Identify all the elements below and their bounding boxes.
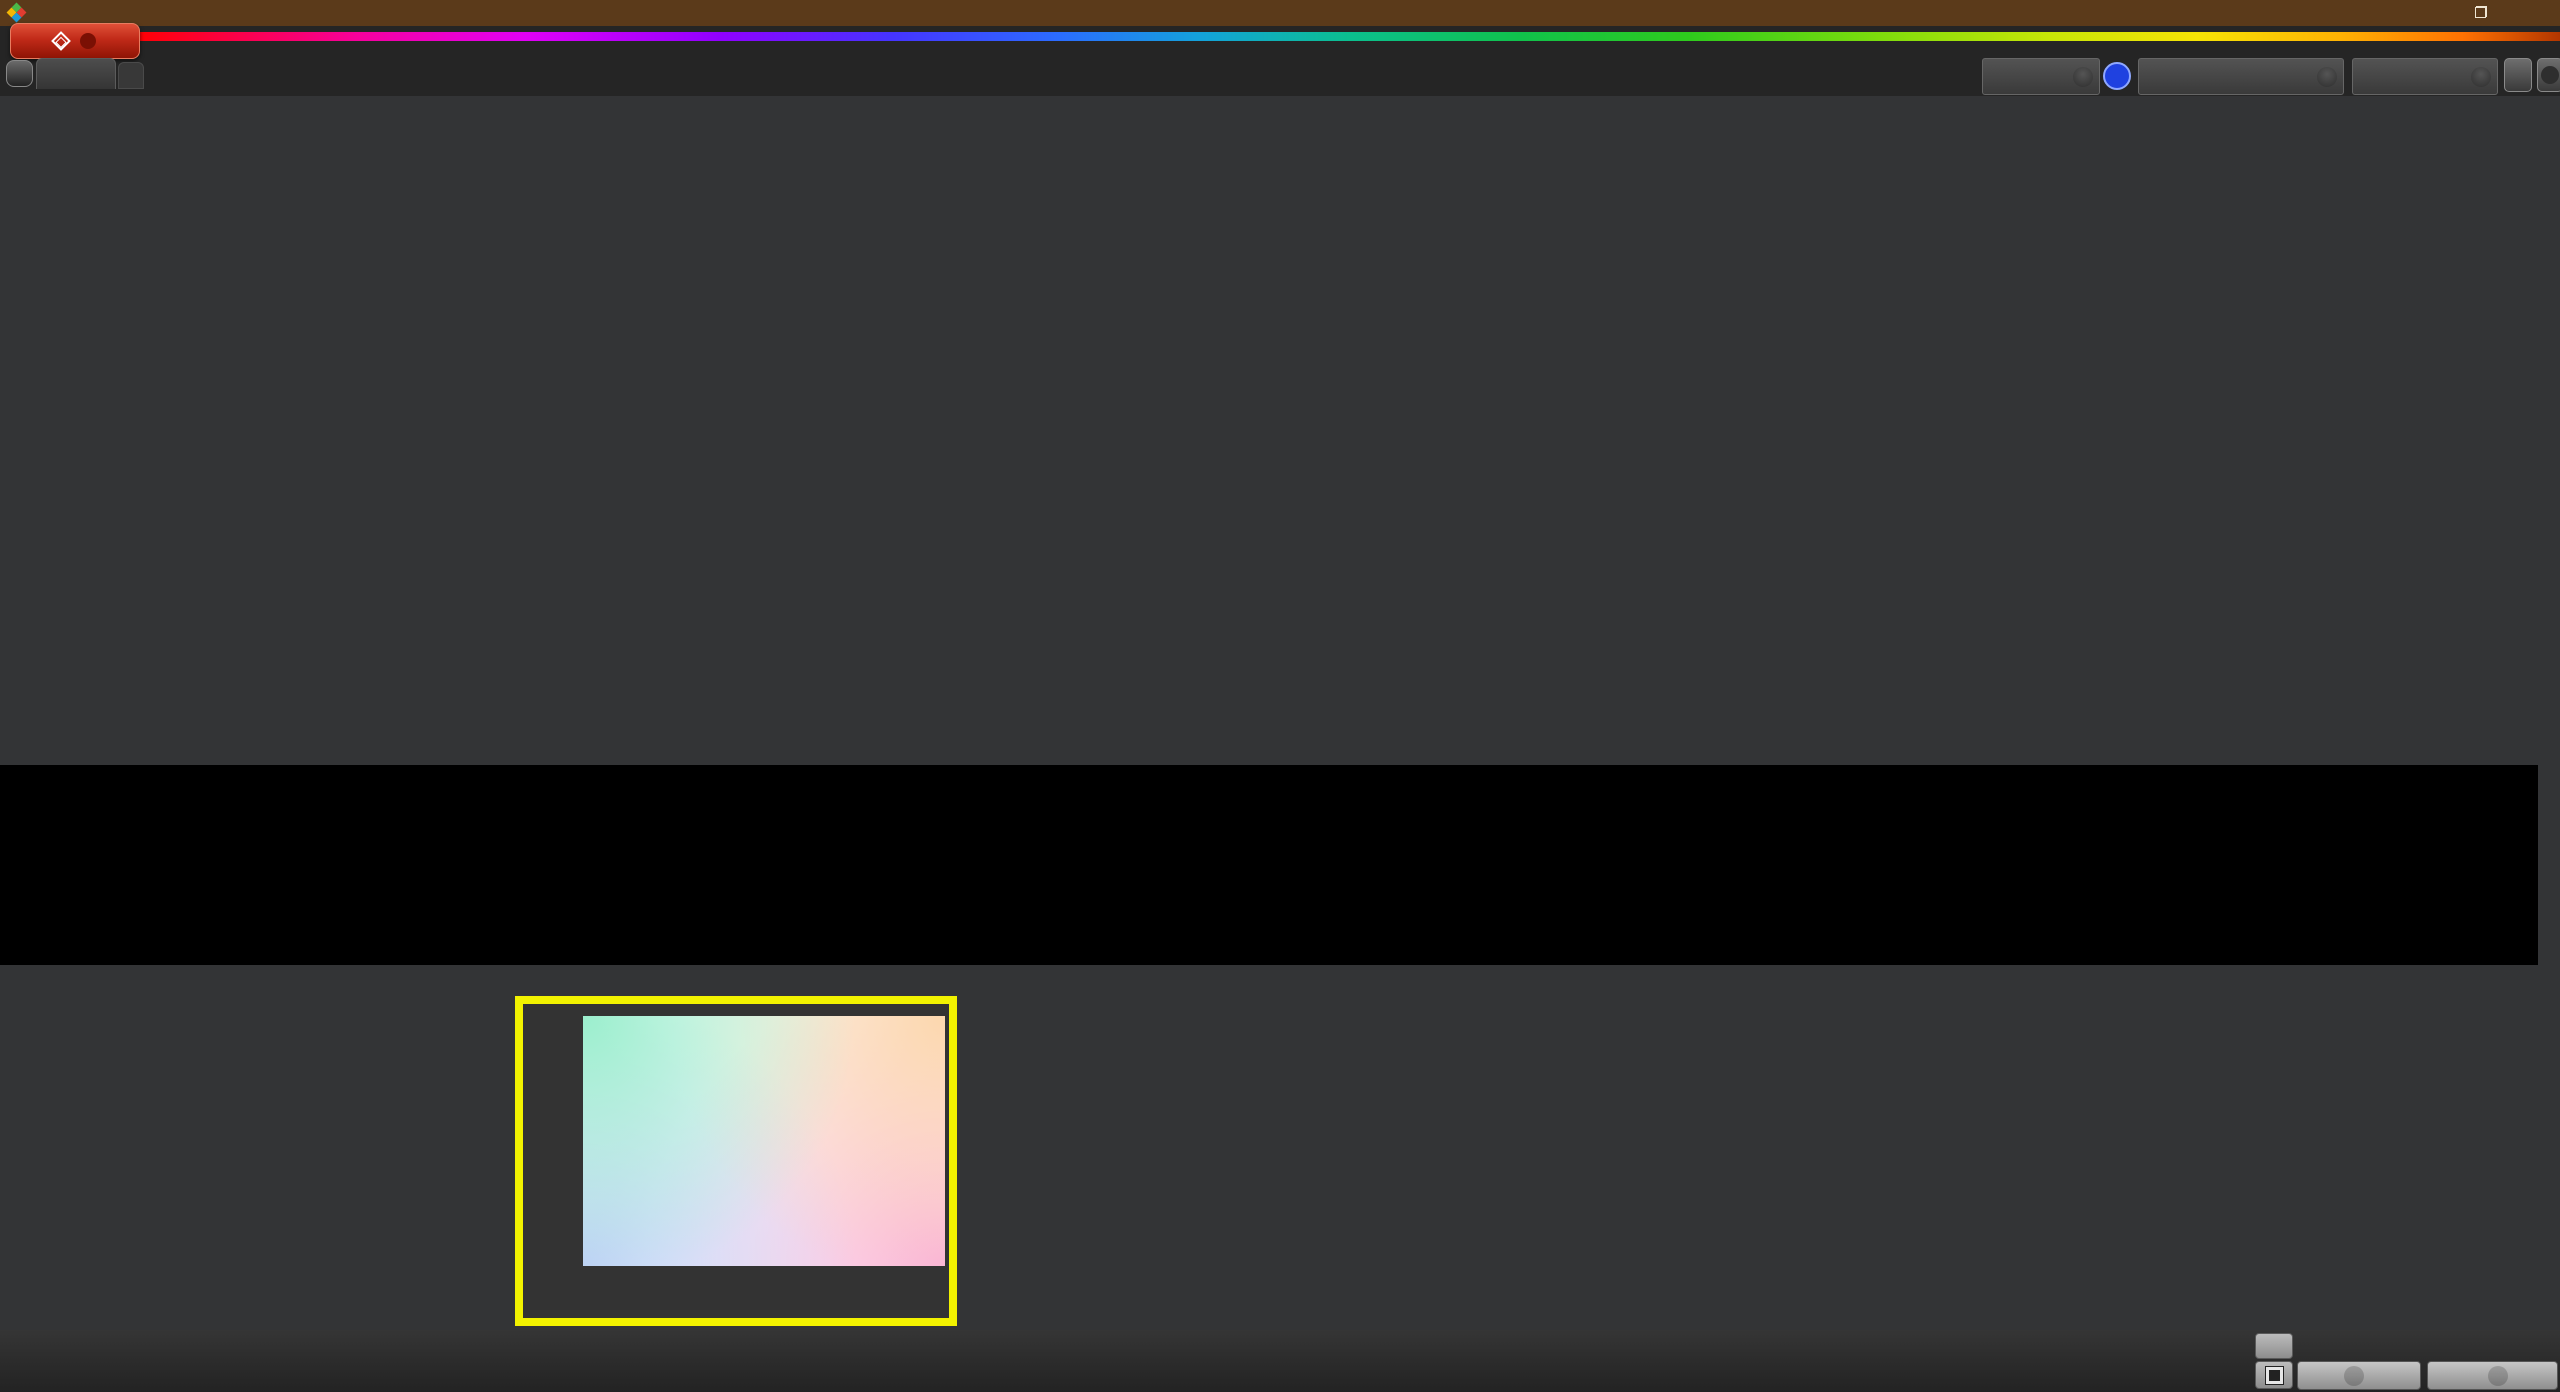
gamma-loglog-line-chart (1598, 128, 2528, 688)
back-button[interactable] (2297, 1361, 2421, 1390)
run-workflow-button[interactable] (6, 60, 33, 87)
rgb-balance-line-chart (630, 128, 1550, 688)
grayscale-swatch-strip (0, 765, 2538, 965)
tab-history-1[interactable] (36, 58, 116, 89)
rainbow-gradient-strip (138, 32, 2560, 41)
chevron-down-icon (80, 33, 96, 49)
source-status-bar (2141, 61, 2145, 92)
stop-pattern-button[interactable] (2255, 1361, 2293, 1389)
meter-mode-badge[interactable] (2103, 62, 2131, 90)
collapse-panel-button[interactable] (2537, 58, 2560, 92)
chevron-down-icon (2317, 66, 2337, 87)
next-icon (2487, 1365, 2508, 1386)
display-status-bar (2355, 61, 2359, 92)
main-content (0, 96, 2560, 765)
meter-dropdown[interactable] (1982, 58, 2100, 95)
restore-icon (2475, 5, 2487, 18)
pattern-toolbar (0, 1330, 2560, 1392)
cie-chromaticity-chart (523, 1004, 949, 1318)
app-window (0, 0, 2560, 1392)
meter-status-bar (1985, 61, 1989, 92)
calman-logo-icon (6, 2, 27, 23)
cie-chart-panel (515, 996, 957, 1326)
chevron-down-icon (2471, 66, 2491, 87)
calman-menu-button[interactable] (10, 23, 140, 59)
add-tab-button[interactable] (118, 62, 144, 89)
source-dropdown[interactable] (2138, 58, 2344, 95)
title-bar (0, 0, 2560, 26)
stop-icon (2268, 1369, 2280, 1381)
deltae-2000-bar-chart (10, 222, 630, 682)
chevron-down-icon (2073, 66, 2093, 87)
next-button[interactable] (2427, 1361, 2558, 1390)
header-band (0, 23, 2560, 96)
maximize-button[interactable] (2468, 5, 2494, 22)
calman-diamond-icon (51, 31, 71, 51)
settings-button[interactable] (2504, 58, 2532, 92)
collapse-icon (2541, 66, 2559, 84)
back-icon (2344, 1365, 2364, 1386)
expand-patterns-button[interactable] (2255, 1333, 2293, 1359)
display-control-dropdown[interactable] (2352, 58, 2498, 95)
